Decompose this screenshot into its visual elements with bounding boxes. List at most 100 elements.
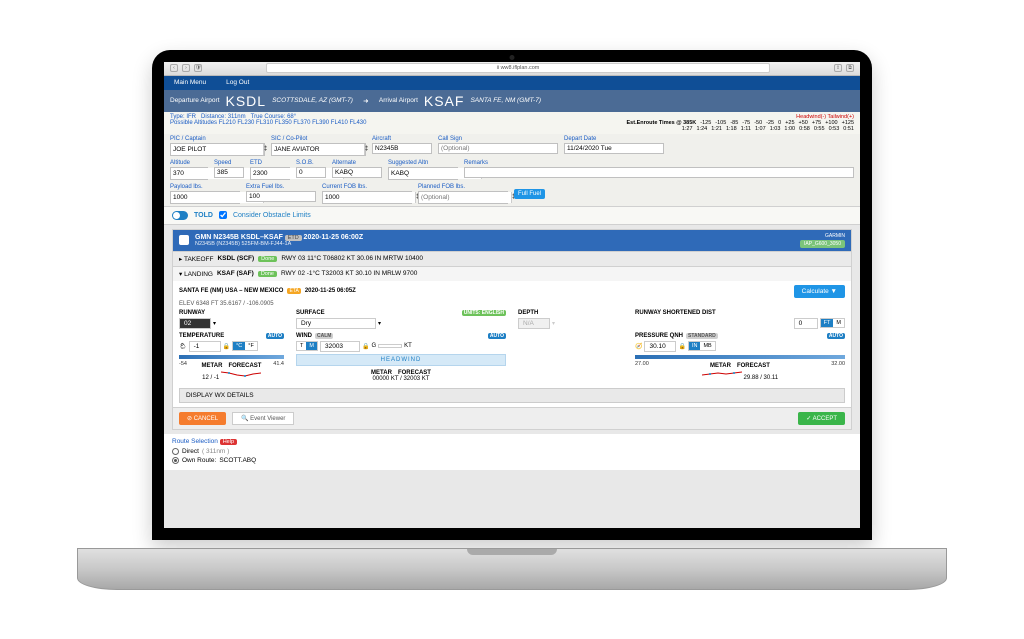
calculate-button[interactable]: Calculate ▼ [794,285,845,298]
sugalt-label: Suggested Altn [388,160,458,166]
accept-button[interactable]: ✓ ACCEPT [798,412,845,425]
wx-details-button[interactable]: DISPLAY WX DETAILS [179,388,845,403]
alternate-input[interactable] [332,167,382,178]
temp-mf-val: 12 / -1 [202,375,219,381]
event-viewer-button[interactable]: 🔍 Event Viewer [232,412,294,425]
enroute-time: 1:27 [682,126,693,132]
enroute-time: 1:00 [784,126,795,132]
own-route-radio[interactable] [172,457,179,464]
laptop-notch [467,549,557,555]
payload-label: Payload lbs. [170,184,240,190]
shortened-unit-toggle[interactable]: FTM [820,318,845,328]
obstacle-checkbox[interactable] [219,211,227,219]
depdate-input[interactable] [564,143,664,154]
direct-radio[interactable] [172,448,179,455]
shortened-input[interactable]: 0 [794,318,818,329]
altitudes-link[interactable]: Possible Altitudes FL210 FL230 FL310 FL3… [170,120,366,126]
takeoff-expand[interactable]: ▸ TAKEOFF [179,255,213,263]
surface-select[interactable]: Dry [296,318,376,329]
depth-label: DEPTH [518,310,538,316]
auto-badge[interactable]: AUTO [488,333,506,339]
direct-label: Direct [182,448,199,455]
main-menu-link[interactable]: Main Menu [164,79,216,86]
chevron-down-icon: ▾ [552,320,555,327]
enroute-time: 0:58 [799,126,810,132]
curfob-input[interactable] [323,192,415,203]
departure-code[interactable]: KSDL [226,93,267,109]
told-toggle[interactable] [172,211,188,220]
logout-link[interactable]: Log Out [216,79,259,86]
calm-badge[interactable]: CALM [315,333,333,339]
own-route-label: Own Route: [182,457,216,464]
extrafuel-label: Extra Fuel lbs. [246,184,316,190]
aircraft-icon [179,235,189,245]
shield-icon[interactable]: 🛡 [194,64,202,72]
sob-label: S.O.B. [296,160,326,166]
std-badge[interactable]: STANDARD [686,333,718,339]
help-badge[interactable]: Help [220,439,237,445]
full-fuel-button[interactable]: Full Fuel [514,189,545,199]
auto-badge[interactable]: AUTO [827,333,845,339]
enroute-time: 1:21 [711,126,722,132]
forward-button[interactable]: › [182,64,190,72]
enroute-time: 0:53 [829,126,840,132]
sic-label: SIC / Co-Pilot [271,136,366,142]
wind-tm-toggle[interactable]: TM [296,341,318,351]
dropdown-icon[interactable]: ‡ [364,144,368,155]
gauge-icon: 🧭 [635,343,642,350]
landing-row[interactable]: ▾ LANDING KSAF (SAF) Done RWY 02 -1°C T3… [173,266,851,281]
remarks-input[interactable] [464,167,854,178]
enroute-time: 1:24 [697,126,708,132]
tabs-button[interactable]: ⧉ [846,64,854,72]
sic-input[interactable] [272,144,364,155]
lock-icon[interactable]: 🔒 [223,343,230,350]
arrival-code[interactable]: KSAF [424,93,465,109]
told-header: GMN N2345B KSDL–KSAF ETD 2020-11-25 06:0… [173,230,851,251]
direct-note: ( 311nm ) [202,448,229,455]
lock-icon[interactable]: 🔒 [362,343,369,350]
crew-row: PIC / Captain‡ SIC / Co-Pilot‡ Aircraft … [164,134,860,158]
done-badge: Done [258,271,277,277]
speed-label: Speed [214,160,244,166]
planfob-input[interactable] [419,192,511,203]
chevron-down-icon[interactable]: ▾ [378,320,381,327]
speed-input[interactable] [214,167,244,178]
eta-time: 2020-11-25 06:05Z [305,288,356,294]
enroute-time: 1:03 [770,126,781,132]
temp-slider[interactable]: -5441.4 [179,355,284,359]
told-hdr-time: 2020-11-25 06:00Z [304,234,364,241]
callsign-input[interactable] [438,143,558,154]
pic-input[interactable] [171,144,263,155]
qnh-unit-toggle[interactable]: INMB [688,341,716,351]
shortened-label: RUNWAY SHORTENED DIST [635,310,716,316]
depth-select: N/A [518,318,550,329]
headwind-indicator: HEADWIND [296,354,506,366]
chevron-down-icon[interactable]: ▾ [213,320,216,327]
etd-label: ETD [250,160,290,166]
temp-unit-toggle[interactable]: °C°F [232,341,258,351]
lock-icon[interactable]: 🔒 [678,343,685,350]
wind-input[interactable]: 32003 [320,341,360,352]
aircraft-input[interactable] [372,143,432,154]
qnh-input[interactable]: 30.10 [644,341,676,352]
gust-input[interactable] [378,344,402,348]
back-button[interactable]: ‹ [170,64,178,72]
sob-input[interactable] [296,167,326,178]
url-bar[interactable]: ii ww8.iflplan.com [266,63,770,73]
qnh-slider[interactable]: 27.0032.00 [635,355,845,359]
auto-badge[interactable]: AUTO [266,333,284,339]
runway-select[interactable]: 02 [179,318,211,329]
browser-chrome: ‹ › 🛡 ii ww8.iflplan.com ⇪ ⧉ [164,62,860,76]
share-button[interactable]: ⇪ [834,64,842,72]
takeoff-row[interactable]: ▸ TAKEOFF KSDL (SCF) Done RWY 03 11°C T0… [173,251,851,266]
temp-input[interactable]: -1 [189,341,221,352]
units-badge[interactable]: UNITS: ENGLISH [462,310,506,316]
cancel-button[interactable]: ⊘ CANCEL [179,412,226,425]
dropdown-icon[interactable]: ‡ [263,144,267,155]
temp-label: TEMPERATURE [179,333,224,339]
laptop-base [77,548,947,590]
takeoff-airport: KSDL (SCF) [217,255,254,262]
landing-expand[interactable]: ▾ LANDING [179,270,213,278]
runway-label: RUNWAY [179,310,205,316]
extrafuel-input[interactable] [246,191,316,202]
